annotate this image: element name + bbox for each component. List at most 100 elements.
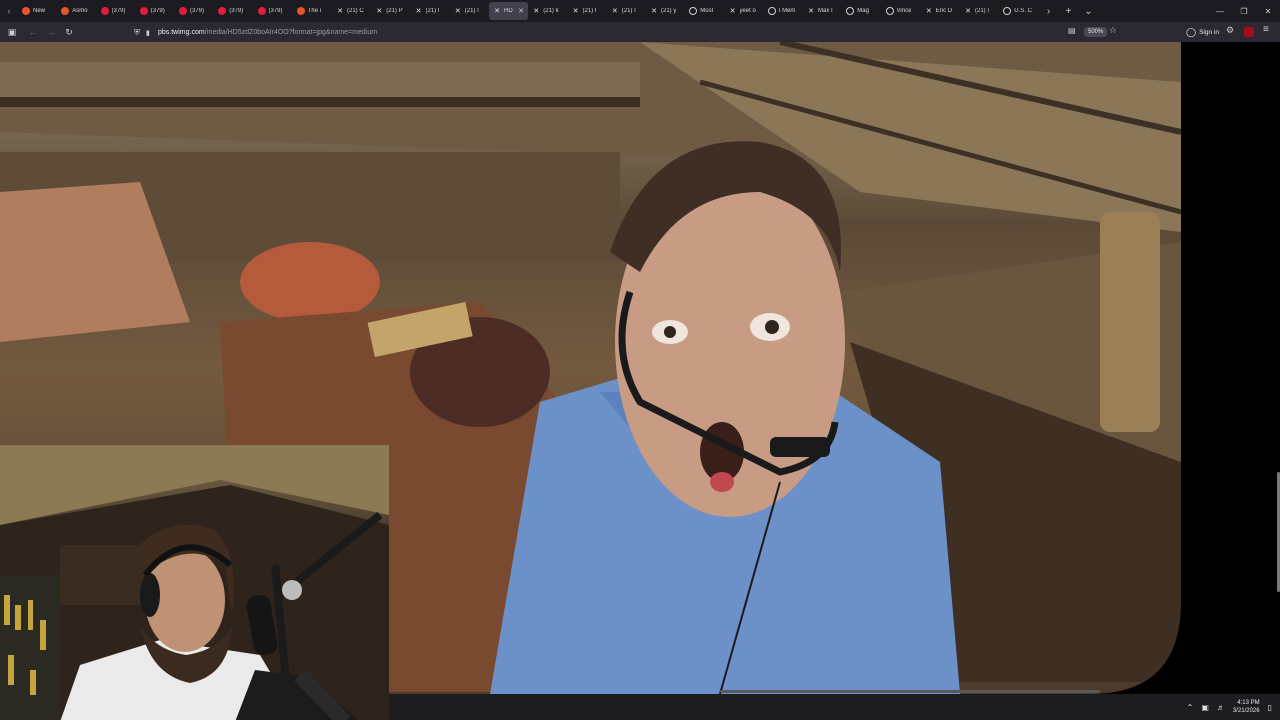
ublock-extension-icon[interactable] xyxy=(1244,27,1254,37)
show-hidden-icons-icon[interactable]: ⌃ xyxy=(1187,703,1194,712)
tab-24[interactable]: ✕ (21) I xyxy=(960,2,999,20)
bookmark-star-icon[interactable]: ☆ xyxy=(1109,25,1117,36)
extensions-icon[interactable]: ⚙ xyxy=(1226,25,1234,36)
tab-label: The i xyxy=(307,8,322,14)
tab-label: (21) C xyxy=(347,8,364,14)
minimize-icon[interactable]: — xyxy=(1208,0,1232,22)
webcam-drawing xyxy=(0,445,389,720)
tab-label: I Mem xyxy=(778,8,796,14)
tab-6[interactable]: (379) xyxy=(254,2,293,20)
x-logo-icon: ✕ xyxy=(611,7,618,15)
tab-label: (21) y xyxy=(661,8,677,14)
tab-label: New xyxy=(33,8,46,14)
tabs: New Asmo (379) (379) (379) (379) (379) The i ✕ (2… xyxy=(18,0,1039,22)
tab-9[interactable]: ✕ (21) P xyxy=(371,2,410,20)
tab-25[interactable]: U.S. C xyxy=(999,2,1038,20)
tab-8[interactable]: ✕ (21) C xyxy=(332,2,371,20)
list-all-tabs-icon[interactable]: ⌄ xyxy=(1079,0,1099,22)
url-bar[interactable]: ⛨ ▮ pbs.twimg.com /media/HD5zdZ0boAIr4OO… xyxy=(134,25,1134,40)
tab-label: Most xyxy=(700,8,714,14)
tab-15[interactable]: ✕ (21) I xyxy=(607,2,646,20)
tab-10[interactable]: ✕ (21) I xyxy=(411,2,450,20)
notification-icon[interactable]: ▯ xyxy=(1268,703,1272,712)
x-logo-icon: ✕ xyxy=(494,7,500,15)
reader-view-icon[interactable]: ▤ xyxy=(1068,26,1076,35)
window-controls: — ❐ ✕ xyxy=(1208,0,1280,22)
tab-3[interactable]: (379) xyxy=(136,2,175,20)
horizontal-scrollbar[interactable] xyxy=(720,690,1100,693)
tab-label: (379) xyxy=(229,8,244,14)
x-logo-icon: ✕ xyxy=(376,7,383,15)
tab-scroll-right-icon[interactable]: › xyxy=(1039,0,1059,22)
x-logo-icon: ✕ xyxy=(533,7,540,15)
x-logo-icon: ✕ xyxy=(454,7,461,15)
reload-icon[interactable]: ↻ xyxy=(60,22,78,42)
tab-23[interactable]: ✕ Eric D xyxy=(921,2,960,20)
forward-icon[interactable]: → xyxy=(42,22,60,42)
tab-11[interactable]: ✕ (21) I xyxy=(450,2,489,20)
youtube-icon xyxy=(218,7,227,15)
youtube-icon xyxy=(257,7,266,15)
tab-label: yeet o xyxy=(739,8,756,14)
tab-7[interactable]: The i xyxy=(293,2,332,20)
tab-label: (21) I xyxy=(621,8,636,14)
tab-5[interactable]: (379) xyxy=(214,2,253,20)
volume-icon[interactable]: ♬ xyxy=(1217,703,1225,712)
tab-label: (21) k xyxy=(543,8,559,14)
x-logo-icon: ✕ xyxy=(337,7,343,15)
tab-strip: ‹ New Asmo (379) (379) (379) (379) (379) The i ✕… xyxy=(0,0,1280,22)
globe-icon xyxy=(689,7,698,15)
system-clock[interactable]: 4:13 PM 3/21/2026 xyxy=(1233,699,1260,715)
tab-22[interactable]: Vince xyxy=(882,2,921,20)
restore-icon[interactable]: ❐ xyxy=(1232,0,1256,22)
x-logo-icon: ✕ xyxy=(415,7,422,15)
reddit-alien-icon xyxy=(22,7,30,15)
close-window-icon[interactable]: ✕ xyxy=(1256,0,1280,22)
tab-12[interactable]: ✕ HD ✕ xyxy=(489,2,528,20)
clock-time: 4:13 PM xyxy=(1237,700,1260,706)
globe-icon xyxy=(846,7,855,15)
lock-icon[interactable]: ▮ xyxy=(146,29,158,37)
tab-0[interactable]: New xyxy=(18,2,57,20)
globe-icon xyxy=(1003,7,1012,15)
x-logo-icon: ✕ xyxy=(925,7,932,15)
x-logo-icon: ✕ xyxy=(729,7,736,15)
close-tab-icon[interactable]: ✕ xyxy=(518,7,524,15)
tab-18[interactable]: ✕ yeet o xyxy=(725,2,764,20)
tab-label: (21) I xyxy=(425,8,440,14)
tab-14[interactable]: ✕ (21) I xyxy=(568,2,607,20)
tab-20[interactable]: ✕ Max I xyxy=(803,2,842,20)
page-viewport xyxy=(0,42,1280,720)
tab-16[interactable]: ✕ (21) y xyxy=(646,2,685,20)
sign-in-label: Sign in xyxy=(1199,28,1219,36)
webcam-overlay xyxy=(0,445,389,720)
back-icon[interactable]: ← xyxy=(24,22,42,42)
tab-label: (21) I xyxy=(464,8,479,14)
x-logo-icon: ✕ xyxy=(651,7,657,15)
tab-19[interactable]: I Mem xyxy=(764,2,803,20)
tab-list-icon[interactable]: ‹ xyxy=(0,0,18,22)
network-icon[interactable]: ▣ xyxy=(1201,703,1209,712)
tab-13[interactable]: ✕ (21) k xyxy=(528,2,567,20)
sidebar-toggle-icon[interactable]: ▣ xyxy=(0,22,24,42)
tracking-shield-icon[interactable]: ⛨ xyxy=(134,28,146,38)
app-menu-icon[interactable]: ≡ xyxy=(1263,24,1269,35)
tab-4[interactable]: (379) xyxy=(175,2,214,20)
tab-label: Vince xyxy=(896,8,912,14)
tab-17[interactable]: Most xyxy=(685,2,724,20)
tab-2[interactable]: (379) xyxy=(97,2,136,20)
reddit-alien-icon xyxy=(61,7,70,15)
url-host: pbs.twimg.com xyxy=(158,29,205,36)
tab-label: (379) xyxy=(268,8,283,14)
tab-label: Max I xyxy=(818,8,833,14)
tab-label: (21) I xyxy=(975,8,990,14)
account-icon: ◯ xyxy=(1186,26,1197,37)
zoom-level-badge[interactable]: 500% xyxy=(1084,27,1108,37)
tab-label: Eric D xyxy=(935,8,953,14)
globe-icon xyxy=(885,7,894,15)
tab-21[interactable]: Mag xyxy=(842,2,881,20)
tab-1[interactable]: Asmo xyxy=(57,2,96,20)
new-tab-button[interactable]: + xyxy=(1059,0,1079,22)
x-logo-icon: ✕ xyxy=(808,7,814,15)
sign-in-button[interactable]: ◯ Sign in xyxy=(1186,25,1219,39)
